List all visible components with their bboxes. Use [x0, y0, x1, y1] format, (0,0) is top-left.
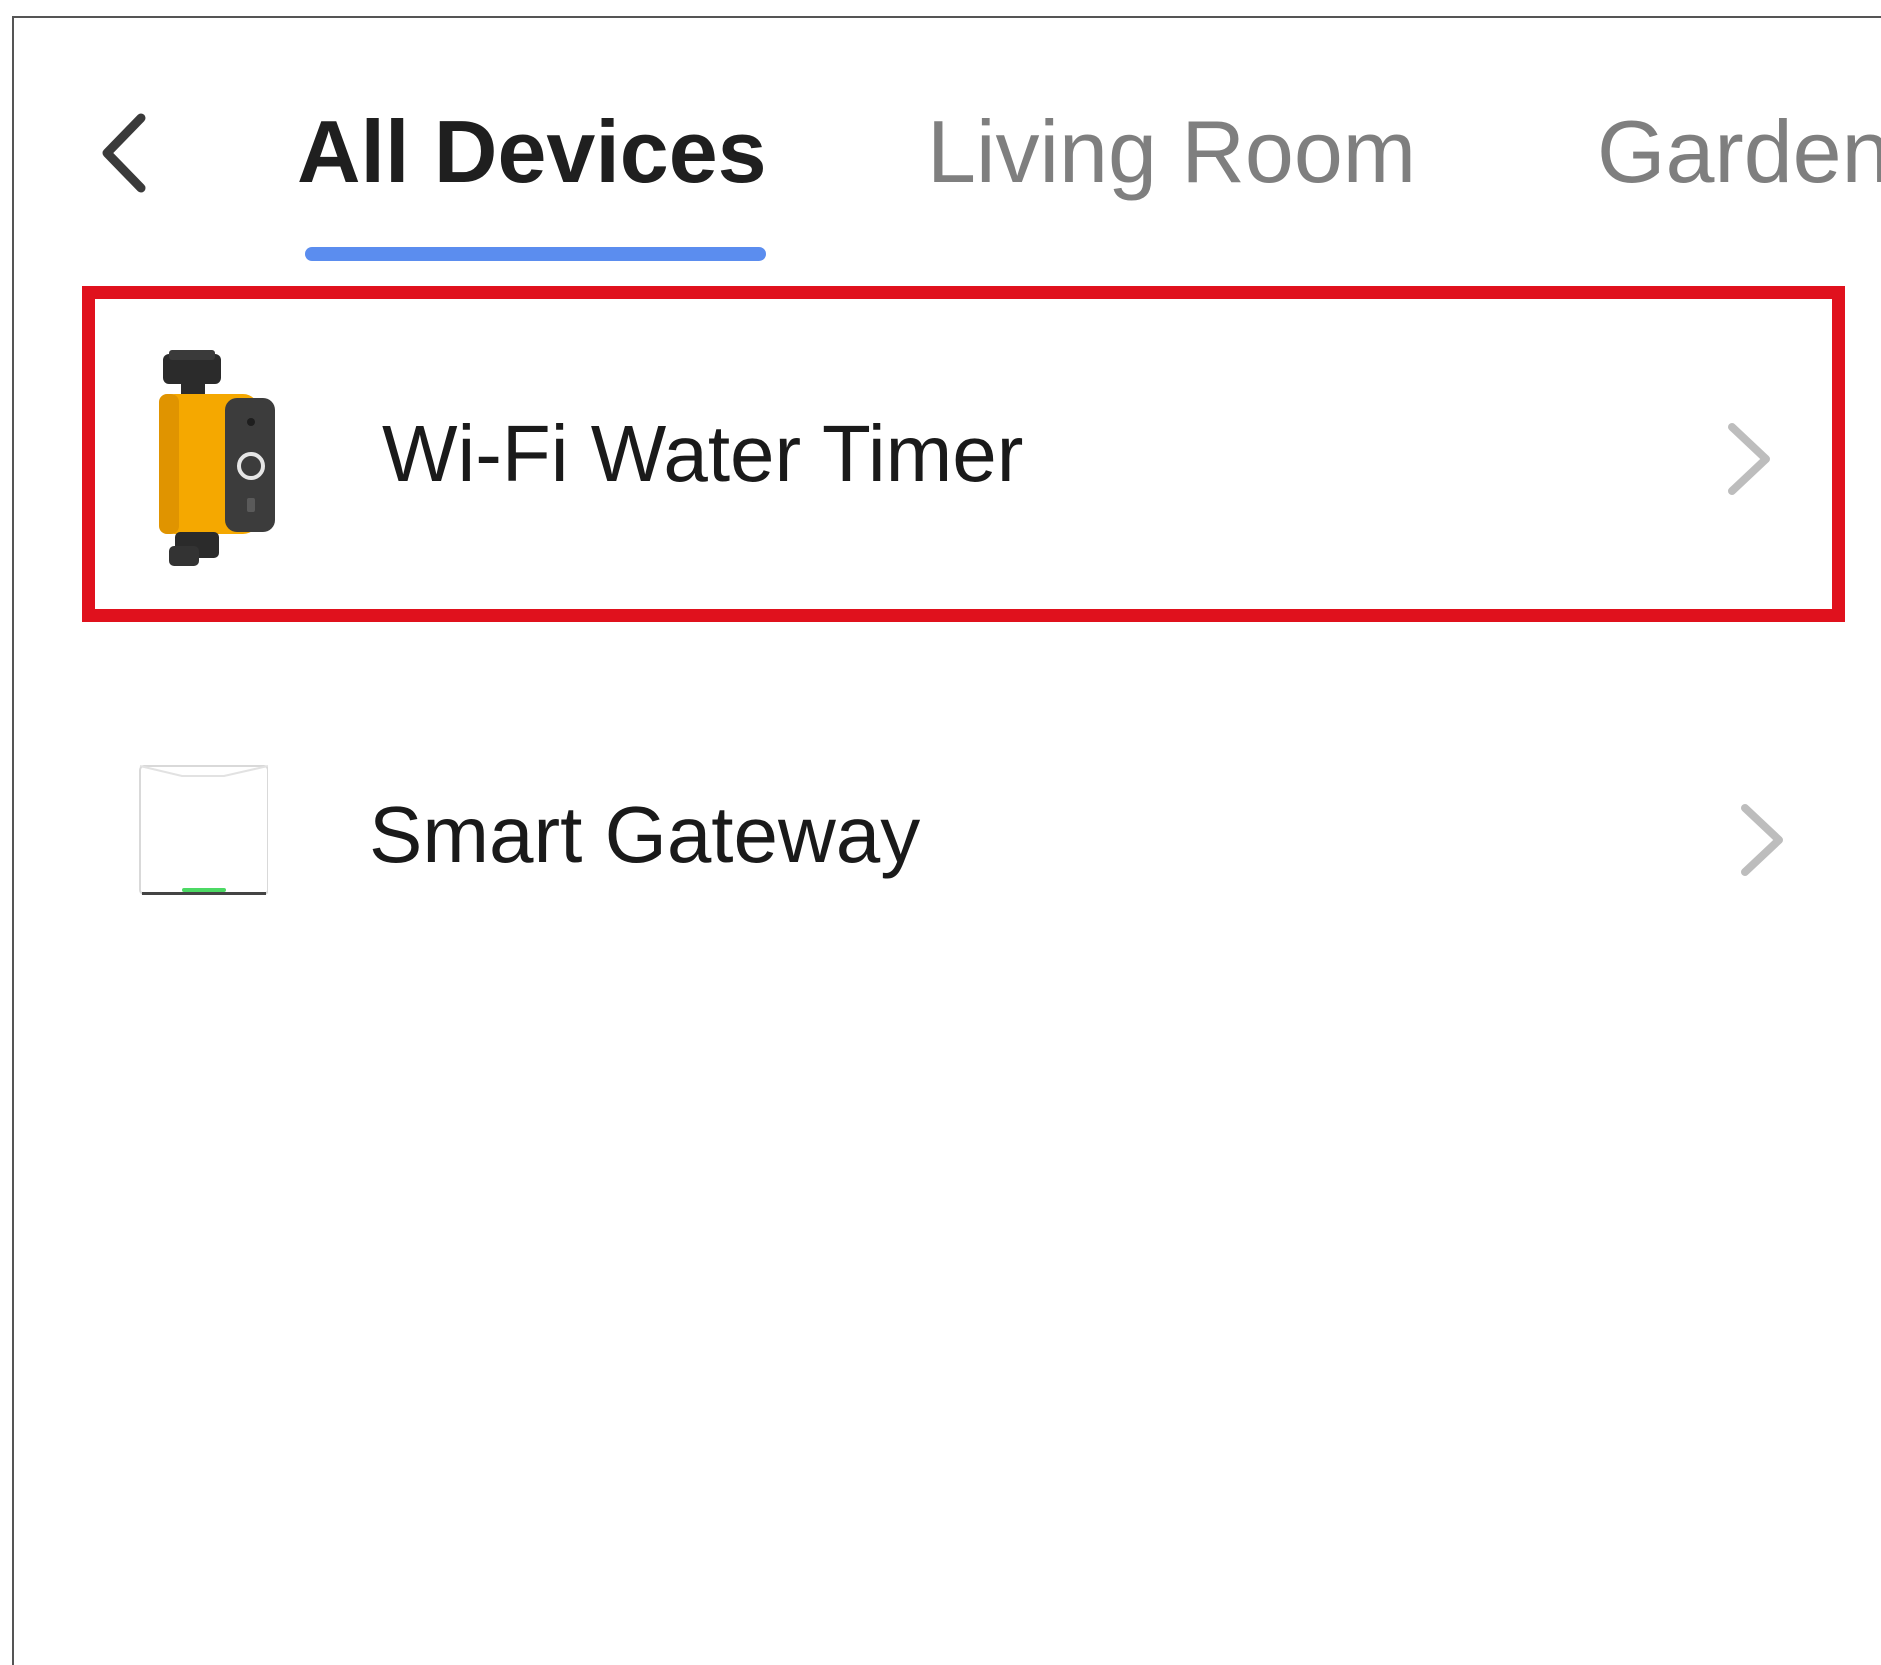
back-button[interactable]: [80, 98, 170, 208]
active-tab-indicator: [305, 247, 766, 261]
room-tab-bar: All Devices Living Room Garden: [14, 18, 1881, 280]
tab-garden[interactable]: Garden: [1597, 102, 1881, 202]
device-row-smart-gateway[interactable]: Smart Gateway: [82, 680, 1845, 1016]
tab-all-devices[interactable]: All Devices: [297, 102, 767, 202]
chevron-left-icon: [102, 113, 146, 193]
app-screen: All Devices Living Room Garden Wi-Fi Wat…: [12, 16, 1881, 1665]
chevron-right-icon: [1741, 804, 1783, 876]
device-name-wifi-water-timer: Wi-Fi Water Timer: [382, 409, 1024, 498]
gateway-device-icon: [139, 765, 268, 895]
device-name-smart-gateway: Smart Gateway: [369, 790, 921, 879]
tab-living-room[interactable]: Living Room: [927, 102, 1416, 202]
chevron-right-icon: [1728, 423, 1770, 495]
water-timer-device-icon: [159, 350, 275, 566]
device-row-wifi-water-timer[interactable]: Wi-Fi Water Timer: [82, 286, 1845, 622]
